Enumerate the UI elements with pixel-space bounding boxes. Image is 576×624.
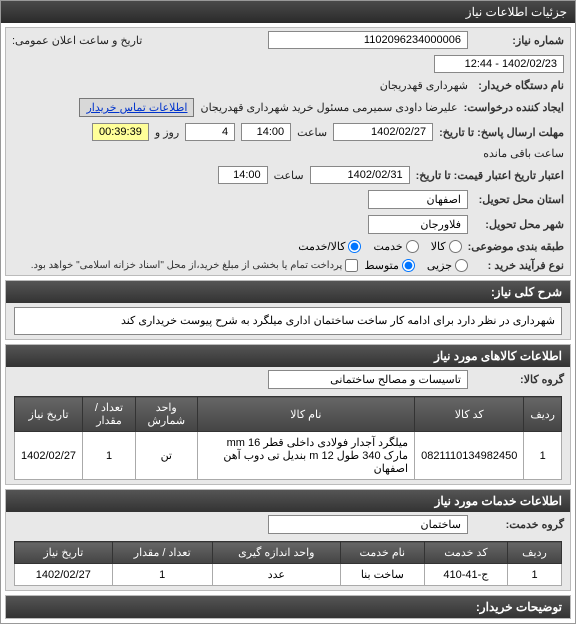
rooz-field: 4	[185, 123, 235, 141]
overview-title: شرح کلی نیاز:	[6, 281, 570, 303]
prov-buyer-label: استان محل تحویل:	[474, 193, 564, 206]
buyer-notes-section: توضیحات خریدار:	[5, 595, 571, 619]
goods-cell-code: 0821110134982450	[415, 432, 524, 480]
services-cell-code: ج-41-410	[424, 564, 507, 586]
validity-label: اعتبار تاریخ اعتبار قیمت: تا تاریخ:	[416, 169, 564, 182]
buy-jozee-option[interactable]: جزیی	[427, 259, 468, 272]
buyer-org-label: نام دستگاه خریدار:	[474, 79, 564, 92]
services-th-unit: واحد اندازه گیری	[212, 542, 340, 564]
deadline-time-field: 14:00	[241, 123, 291, 141]
rooz-label: روز و	[155, 126, 179, 139]
services-th-date: تاریخ نیاز	[15, 542, 113, 564]
goods-th-unit: واحد شمارش	[135, 397, 197, 432]
goods-table: ردیف کد کالا نام کالا واحد شمارش تعداد /…	[14, 396, 562, 480]
prov-buyer-field: اصفهان	[368, 190, 468, 209]
services-table: ردیف کد خدمت نام خدمت واحد اندازه گیری ت…	[14, 541, 562, 586]
services-title: اطلاعات خدمات مورد نیاز	[6, 490, 570, 512]
services-row: 1 ج-41-410 ساخت بنا عدد 1 1402/02/27	[15, 564, 562, 586]
goods-cell-unit: تن	[135, 432, 197, 480]
class-both-radio[interactable]	[348, 240, 361, 253]
buyer-org-value: شهرداری قهدریجان	[380, 79, 468, 92]
buy-type-radio-group: جزیی متوسط	[364, 259, 468, 272]
goods-cell-name: میلگرد آجدار فولادی داخلی قطر 16 mm مارک…	[197, 432, 414, 480]
contact-info-button[interactable]: اطلاعات تماس خریدار	[79, 98, 194, 117]
panel-title: جزئیات اطلاعات نیاز	[1, 1, 575, 23]
validity-date-field: 1402/02/31	[310, 166, 410, 184]
services-th-radif: ردیف	[508, 542, 562, 564]
services-cell-radif: 1	[508, 564, 562, 586]
pay-note-checkbox[interactable]	[345, 259, 358, 272]
announce-label: تاریخ و ساعت اعلان عمومی:	[12, 34, 142, 47]
buy-jozee-radio[interactable]	[455, 259, 468, 272]
services-cell-qty: 1	[112, 564, 212, 586]
pay-note-check[interactable]: پرداخت تمام یا بخشی از مبلغ خرید،از محل …	[31, 259, 359, 272]
services-th-name: نام خدمت	[340, 542, 424, 564]
goods-th-date: تاریخ نیاز	[15, 397, 83, 432]
goods-th-code: کد کالا	[415, 397, 524, 432]
saat-label-1: ساعت	[297, 126, 327, 139]
services-th-qty: تعداد / مقدار	[112, 542, 212, 564]
class-radio-group: کالا خدمت کالا/خدمت	[298, 240, 461, 253]
deadline-date-field: 1402/02/27	[333, 123, 433, 141]
class-khadamat-option[interactable]: خدمت	[373, 240, 418, 253]
countdown-field: 00:39:39	[92, 123, 149, 141]
deadline-label: مهلت ارسال پاسخ: تا تاریخ:	[439, 126, 564, 139]
requester-label: ایجاد کننده درخواست:	[464, 101, 564, 114]
class-khadamat-radio[interactable]	[406, 240, 419, 253]
goods-row: 1 0821110134982450 میلگرد آجدار فولادی د…	[15, 432, 562, 480]
services-th-code: کد خدمت	[424, 542, 507, 564]
services-group-label: گروه خدمت:	[474, 518, 564, 531]
goods-th-qty: تعداد / مقدار	[83, 397, 136, 432]
goods-cell-radif: 1	[524, 432, 562, 480]
class-kala-option[interactable]: کالا	[431, 240, 462, 253]
services-group-field: ساختمان	[268, 515, 468, 534]
remain-label: ساعت باقی مانده	[483, 147, 564, 160]
validity-time-field: 14:00	[218, 166, 268, 184]
details-panel: جزئیات اطلاعات نیاز شماره نیاز: 11020962…	[0, 0, 576, 624]
overview-text: شهرداری در نظر دارد برای ادامه کار ساخت …	[14, 307, 562, 335]
goods-group-label: گروه کالا:	[474, 373, 564, 386]
niaz-no-field: 1102096234000006	[268, 31, 468, 49]
buy-motevaset-radio[interactable]	[402, 259, 415, 272]
announce-field: 1402/02/23 - 12:44	[434, 55, 564, 73]
services-cell-date: 1402/02/27	[15, 564, 113, 586]
buy-motevaset-option[interactable]: متوسط	[364, 259, 415, 272]
goods-group-field: تاسیسات و مصالح ساختمانی	[268, 370, 468, 389]
saat-label-2: ساعت	[274, 169, 304, 182]
goods-cell-qty: 1	[83, 432, 136, 480]
services-section: اطلاعات خدمات مورد نیاز گروه خدمت: ساختم…	[5, 489, 571, 591]
overview-section: شرح کلی نیاز: شهرداری در نظر دارد برای ا…	[5, 280, 571, 340]
goods-th-radif: ردیف	[524, 397, 562, 432]
buy-type-label: نوع فرآیند خرید :	[474, 259, 564, 272]
main-info-section: شماره نیاز: 1102096234000006 تاریخ و ساع…	[5, 27, 571, 276]
goods-th-name: نام کالا	[197, 397, 414, 432]
goods-cell-date: 1402/02/27	[15, 432, 83, 480]
requester-value: علیرضا داودی سمیرمی مسئول خرید شهرداری ق…	[200, 101, 457, 114]
city-label: شهر محل تحویل:	[474, 218, 564, 231]
buyer-notes-title: توضیحات خریدار:	[6, 596, 570, 618]
city-field: فلاورجان	[368, 215, 468, 234]
niaz-no-label: شماره نیاز:	[474, 34, 564, 47]
services-cell-name: ساخت بنا	[340, 564, 424, 586]
class-kala-radio[interactable]	[449, 240, 462, 253]
services-cell-unit: عدد	[212, 564, 340, 586]
class-label: طبقه بندی موضوعی:	[468, 240, 564, 253]
goods-title: اطلاعات کالاهای مورد نیاز	[6, 345, 570, 367]
goods-section: اطلاعات کالاهای مورد نیاز گروه کالا: تاس…	[5, 344, 571, 485]
class-both-option[interactable]: کالا/خدمت	[298, 240, 361, 253]
